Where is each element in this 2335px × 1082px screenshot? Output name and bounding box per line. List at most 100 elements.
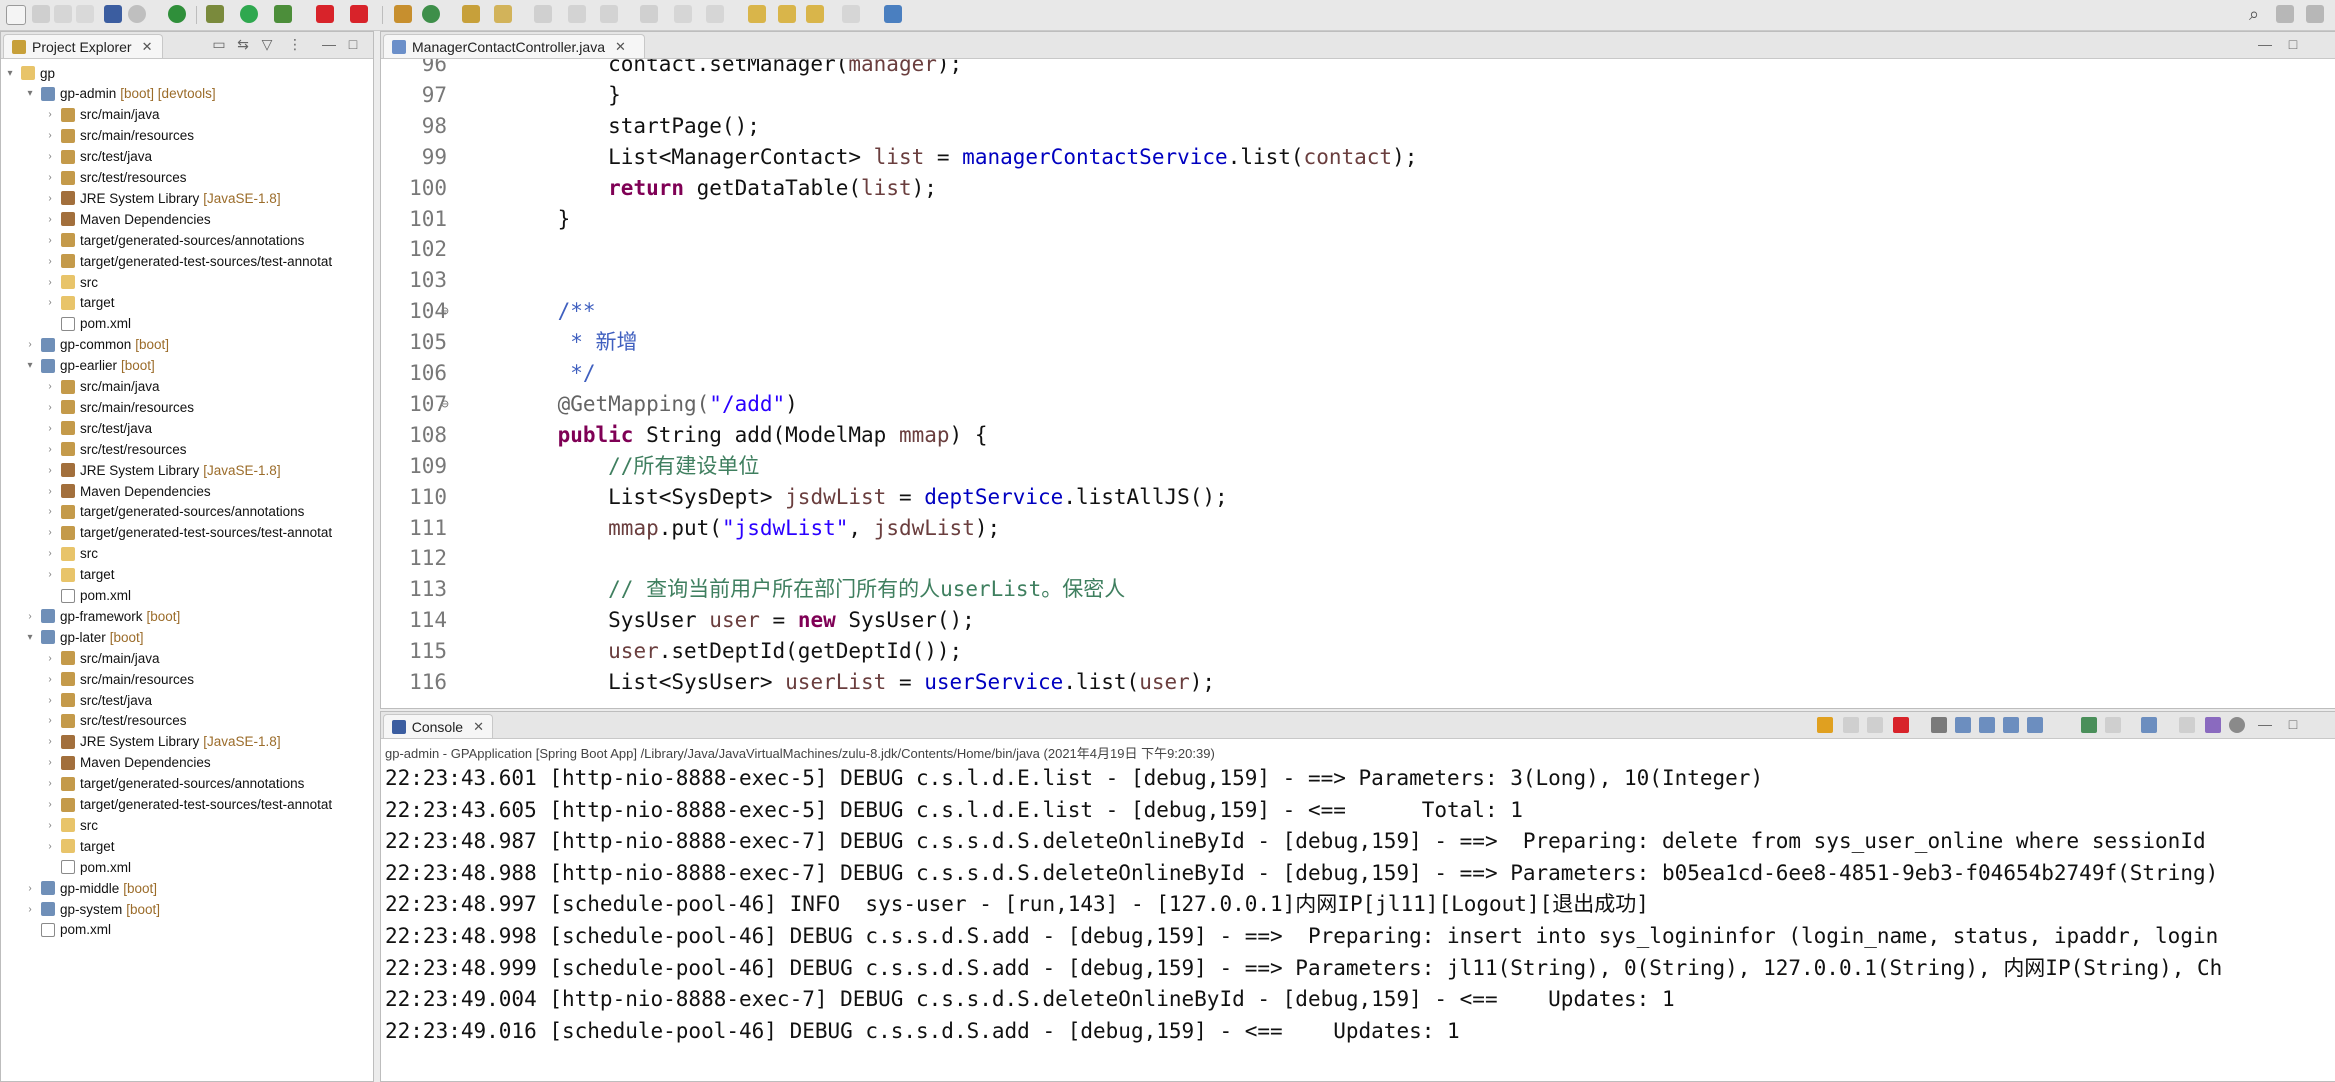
minimize-icon[interactable]: —: [2257, 36, 2273, 52]
tree-item[interactable]: pom.xml: [1, 857, 131, 877]
chevron-right-icon[interactable]: ›: [23, 904, 37, 915]
stop-icon[interactable]: [316, 5, 334, 23]
new-java-class-icon[interactable]: [422, 5, 440, 23]
terminate-icon[interactable]: [1893, 717, 1909, 733]
tree-item[interactable]: › target/generated-sources/annotations: [1, 230, 304, 250]
tree-item[interactable]: › JRE System Library [JavaSE-1.8]: [1, 188, 280, 208]
chevron-right-icon[interactable]: ›: [43, 277, 57, 288]
chevron-right-icon[interactable]: ›: [43, 695, 57, 706]
code-line[interactable]: 112: [381, 543, 2335, 574]
tree-item[interactable]: › JRE System Library [JavaSE-1.8]: [1, 732, 280, 752]
tree-item[interactable]: › src: [1, 544, 98, 564]
tree-item[interactable]: › src/main/resources: [1, 126, 194, 146]
chevron-right-icon[interactable]: ›: [43, 778, 57, 789]
code-line[interactable]: 96 contact.setManager(manager);: [381, 59, 2335, 80]
close-icon[interactable]: ✕: [142, 39, 153, 55]
save-all-icon[interactable]: [54, 5, 72, 23]
chevron-right-icon[interactable]: ›: [43, 799, 57, 810]
code-line[interactable]: 104 ⊖ /**: [381, 296, 2335, 327]
code-line[interactable]: 102: [381, 234, 2335, 265]
chevron-right-icon[interactable]: ›: [43, 214, 57, 225]
tree-item[interactable]: › src/main/java: [1, 105, 159, 125]
chevron-right-icon[interactable]: ›: [43, 486, 57, 497]
chevron-right-icon[interactable]: ›: [43, 548, 57, 559]
chevron-right-icon[interactable]: ›: [43, 130, 57, 141]
code-line[interactable]: 105 * 新增: [381, 327, 2335, 358]
next-annotation-icon[interactable]: [568, 5, 586, 23]
close-icon[interactable]: ✕: [473, 719, 484, 735]
open-type-icon[interactable]: [462, 5, 480, 23]
code-line[interactable]: 103: [381, 265, 2335, 296]
chevron-right-icon[interactable]: ›: [43, 235, 57, 246]
tree-item[interactable]: › target/generated-sources/annotations: [1, 774, 304, 794]
navigate-forward-icon[interactable]: [842, 5, 860, 23]
chevron-right-icon[interactable]: ›: [43, 172, 57, 183]
code-line[interactable]: 116 List<SysUser> userList = userService…: [381, 667, 2335, 698]
code-line[interactable]: 99 List<ManagerContact> list = managerCo…: [381, 142, 2335, 173]
tree-item[interactable]: ▾ gp: [1, 63, 55, 83]
tree-item[interactable]: › target: [1, 836, 114, 856]
tree-item[interactable]: › src/main/resources: [1, 397, 194, 417]
annotation-icon[interactable]: [534, 5, 552, 23]
filter-icon[interactable]: ▽: [259, 36, 275, 52]
scroll-lock-icon[interactable]: [1955, 717, 1971, 733]
tab-manager-contact-controller[interactable]: ManagerContactController.java ✕: [383, 34, 645, 58]
code-line[interactable]: 109 //所有建设单位: [381, 451, 2335, 482]
tree-item[interactable]: › Maven Dependencies: [1, 209, 210, 229]
pin-editor-icon[interactable]: [884, 5, 902, 23]
tree-item[interactable]: ▾ gp-later [boot]: [1, 627, 143, 647]
gear-icon[interactable]: [2229, 717, 2245, 733]
tree-item[interactable]: › target: [1, 565, 114, 585]
view-menu-icon[interactable]: ⋮: [287, 36, 303, 52]
chevron-right-icon[interactable]: ›: [43, 297, 57, 308]
prev-annotation-icon[interactable]: [600, 5, 618, 23]
tree-item[interactable]: › src/test/java: [1, 147, 152, 167]
new-icon[interactable]: [6, 5, 26, 25]
minimize-icon[interactable]: —: [2257, 716, 2273, 732]
run-icon[interactable]: [240, 5, 258, 23]
tree-item[interactable]: ▾ gp-earlier [boot]: [1, 356, 154, 376]
chevron-right-icon[interactable]: ›: [43, 465, 57, 476]
back-icon[interactable]: [674, 5, 692, 23]
code-line[interactable]: 110 List<SysDept> jsdwList = deptService…: [381, 482, 2335, 513]
remove-launch-icon[interactable]: [1843, 717, 1859, 733]
tree-item[interactable]: › target/generated-test-sources/test-anno…: [1, 251, 332, 271]
tree-item[interactable]: › gp-system [boot]: [1, 899, 160, 919]
tree-item[interactable]: › gp-framework [boot]: [1, 606, 180, 626]
tree-item[interactable]: pom.xml: [1, 314, 131, 334]
forward-history-icon[interactable]: [778, 5, 796, 23]
word-wrap-icon[interactable]: [1979, 717, 1995, 733]
show-on-output-icon[interactable]: [2003, 717, 2019, 733]
chevron-right-icon[interactable]: ›: [43, 841, 57, 852]
tree-item[interactable]: › target/generated-sources/annotations: [1, 502, 304, 522]
print-icon[interactable]: [76, 5, 94, 23]
chevron-right-icon[interactable]: ›: [43, 757, 57, 768]
tree-item[interactable]: pom.xml: [1, 920, 111, 940]
tab-console[interactable]: Console ✕: [383, 714, 493, 738]
tree-item[interactable]: › src/main/java: [1, 648, 159, 668]
chevron-right-icon[interactable]: ›: [43, 423, 57, 434]
code-line[interactable]: 101 }: [381, 204, 2335, 235]
chevron-down-icon[interactable]: ▾: [23, 360, 37, 371]
remove-all-launches-icon[interactable]: [1867, 717, 1883, 733]
tree-item[interactable]: › src/test/resources: [1, 711, 186, 731]
tab-project-explorer[interactable]: Project Explorer ✕: [3, 34, 163, 58]
tree-item[interactable]: pom.xml: [1, 586, 131, 606]
pin-console-icon[interactable]: [2081, 717, 2097, 733]
display-selected-console-icon[interactable]: [2105, 717, 2121, 733]
tree-item[interactable]: › JRE System Library [JavaSE-1.8]: [1, 460, 280, 480]
tree-item[interactable]: › src/main/java: [1, 377, 159, 397]
last-edit-icon[interactable]: [640, 5, 658, 23]
code-line[interactable]: 108 public String add(ModelMap mmap) {: [381, 420, 2335, 451]
chevron-right-icon[interactable]: ›: [43, 381, 57, 392]
code-line[interactable]: 107 ⊖ @GetMapping("/add"): [381, 389, 2335, 420]
tree-item[interactable]: › src/test/java: [1, 690, 152, 710]
tree-item[interactable]: › src/test/java: [1, 418, 152, 438]
close-icon[interactable]: ✕: [615, 39, 626, 55]
coverage-icon[interactable]: [274, 5, 292, 23]
back-history-icon[interactable]: [748, 5, 766, 23]
code-line[interactable]: 98 startPage();: [381, 111, 2335, 142]
search-icon[interactable]: ⌕: [2244, 4, 2264, 24]
maximize-icon[interactable]: □: [345, 36, 361, 52]
skip-breakpoints-icon[interactable]: [128, 5, 146, 23]
